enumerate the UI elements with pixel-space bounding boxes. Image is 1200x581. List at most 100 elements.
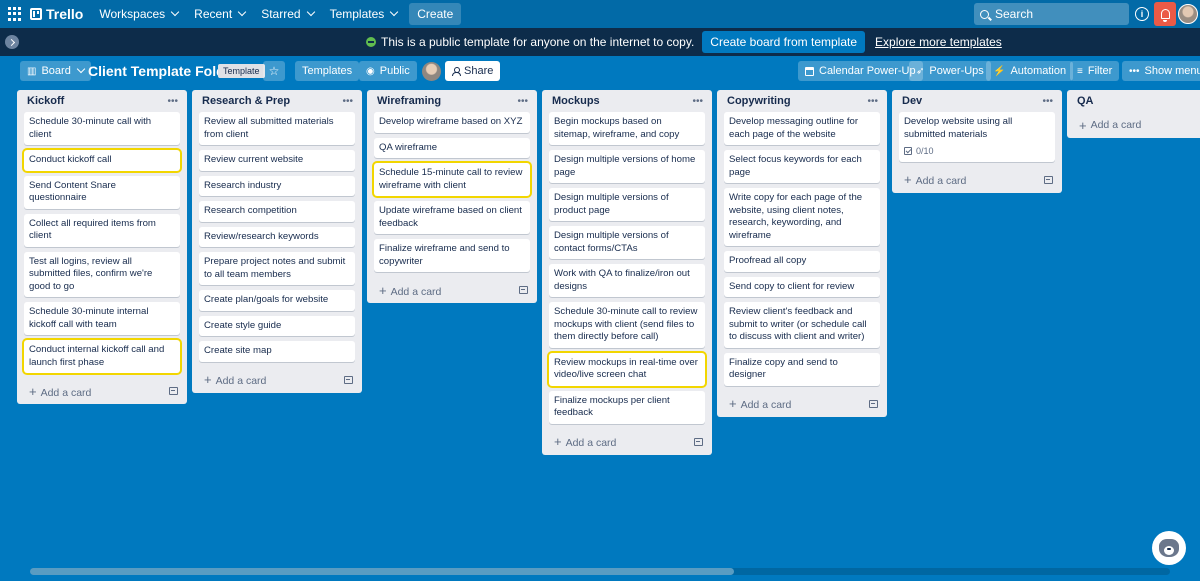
list-menu-icon[interactable]: ••• (342, 96, 353, 107)
star-button[interactable]: ☆ (263, 61, 285, 81)
user-avatar[interactable] (1178, 4, 1198, 24)
card[interactable]: Proofread all copy (724, 251, 880, 272)
list-title[interactable]: QA (1077, 95, 1094, 107)
card-template-icon[interactable] (694, 437, 703, 446)
scrollbar-thumb[interactable] (30, 568, 734, 575)
add-card-button[interactable]: + Add a card (1074, 112, 1193, 138)
card[interactable]: Review all submitted materials from clie… (199, 112, 355, 145)
card[interactable]: Review mockups in real-time over video/l… (549, 352, 705, 386)
card[interactable]: Finalize copy and send to designer (724, 352, 880, 386)
husky-icon (1159, 539, 1179, 557)
templates-button[interactable]: Templates (295, 61, 360, 81)
nav-recent[interactable]: Recent (186, 0, 253, 28)
card[interactable]: QA wireframe (374, 137, 530, 158)
plus-icon: + (904, 172, 912, 187)
member-avatar[interactable] (422, 62, 441, 81)
card[interactable]: Develop messaging outline for each page … (724, 112, 880, 145)
nav-workspaces[interactable]: Workspaces (91, 0, 186, 28)
visibility-button[interactable]: ◉ Public (359, 61, 417, 81)
card[interactable]: Review client's feedback and submit to w… (724, 302, 880, 348)
card[interactable]: Develop wireframe based on XYZ (374, 112, 530, 133)
notifications-button[interactable] (1154, 2, 1176, 26)
card[interactable]: Work with QA to finalize/iron out design… (549, 264, 705, 297)
list-menu-icon[interactable]: ••• (517, 96, 528, 107)
card[interactable]: Develop website using all submitted mate… (899, 112, 1055, 162)
search-input[interactable]: Search (974, 3, 1129, 25)
explore-templates-link[interactable]: Explore more templates (875, 35, 1002, 49)
card-template-icon[interactable] (1044, 175, 1053, 184)
share-button[interactable]: Share (445, 61, 501, 81)
add-card-button[interactable]: + Add a card (24, 378, 180, 404)
card-template-icon[interactable] (519, 286, 528, 294)
card-template-icon[interactable] (169, 387, 178, 395)
card[interactable]: Finalize wireframe and send to copywrite… (374, 239, 530, 272)
nav-starred[interactable]: Starred (253, 0, 321, 28)
card[interactable]: Select focus keywords for each page (724, 150, 880, 183)
info-icon[interactable]: i (1135, 7, 1149, 21)
list-title[interactable]: Kickoff (27, 95, 64, 107)
star-icon: ☆ (268, 64, 280, 78)
board-header: ▥ Board Client Template Folder Template … (0, 56, 1200, 88)
card[interactable]: Schedule 30-minute call with client (24, 112, 180, 145)
list-kickoff: Kickoff ••• Schedule 30-minute call with … (17, 90, 187, 404)
card[interactable]: Schedule 15-minute call to review wirefr… (374, 163, 530, 196)
trello-logo[interactable]: Trello (30, 6, 83, 22)
card[interactable]: Conduct kickoff call (24, 150, 180, 171)
card-template-icon[interactable] (869, 399, 878, 408)
list-title[interactable]: Mockups (552, 95, 600, 107)
add-card-button[interactable]: + Add a card (899, 167, 1055, 193)
card[interactable]: Collect all required items from client (24, 213, 180, 247)
sidebar-toggle-button[interactable] (5, 35, 19, 49)
card[interactable]: Send copy to client for review (724, 276, 880, 297)
list-title[interactable]: Dev (902, 95, 922, 107)
nav-templates[interactable]: Templates (322, 0, 406, 28)
card[interactable]: Research competition (199, 201, 355, 222)
list-menu-icon[interactable]: ••• (1042, 96, 1053, 107)
nav-workspaces-label: Workspaces (99, 7, 166, 21)
card[interactable]: Conduct internal kickoff call and launch… (24, 340, 180, 373)
card[interactable]: Create site map (199, 341, 355, 362)
card[interactable]: Update wireframe based on client feedbac… (374, 201, 530, 234)
filter-button[interactable]: ≡ Filter (1070, 61, 1120, 81)
card[interactable]: Review current website (199, 150, 355, 171)
list-menu-icon[interactable]: ••• (867, 96, 878, 107)
card[interactable]: Review/research keywords (199, 226, 355, 247)
card[interactable]: Prepare project notes and submit to all … (199, 252, 355, 285)
board-view-switcher[interactable]: ▥ Board (20, 61, 91, 81)
calendar-powerup-button[interactable]: Calendar Power-Up (798, 61, 923, 81)
card[interactable]: Create style guide (199, 315, 355, 336)
card[interactable]: Test all logins, review all submitted fi… (24, 251, 180, 297)
automation-button[interactable]: ⚡ Automation (986, 61, 1074, 81)
create-board-from-template-button[interactable]: Create board from template (702, 31, 866, 53)
card[interactable]: Write copy for each page of the website,… (724, 188, 880, 246)
list-menu-icon[interactable]: ••• (692, 96, 703, 107)
mascot-helper-button[interactable] (1152, 531, 1186, 565)
card[interactable]: Schedule 30-minute call to review mockup… (549, 302, 705, 348)
card[interactable]: Send Content Snare questionnaire (24, 175, 180, 209)
add-card-button[interactable]: + Add a card (199, 367, 355, 393)
card[interactable]: Create plan/goals for website (199, 290, 355, 311)
card[interactable]: Design multiple versions of product page (549, 188, 705, 221)
card[interactable]: Design multiple versions of home page (549, 150, 705, 183)
horizontal-scrollbar[interactable] (30, 568, 1170, 575)
show-menu-button[interactable]: ••• Show menu (1122, 61, 1200, 81)
card[interactable]: Begin mockups based on sitemap, wirefram… (549, 112, 705, 145)
card-template-icon[interactable] (344, 375, 353, 384)
list-title[interactable]: Research & Prep (202, 95, 290, 107)
card[interactable]: Finalize mockups per client feedback (549, 390, 705, 424)
list-title[interactable]: Wireframing (377, 95, 441, 107)
add-card-button[interactable]: + Add a card (374, 277, 530, 303)
board-title[interactable]: Client Template Folder (88, 63, 238, 79)
add-card-button[interactable]: + Add a card (549, 429, 705, 455)
plus-icon: + (1079, 117, 1087, 133)
powerups-button[interactable]: ➶ Power-Ups (909, 61, 991, 81)
card[interactable]: Research industry (199, 175, 355, 196)
list-menu-icon[interactable]: ••• (167, 96, 178, 107)
add-card-button[interactable]: + Add a card (724, 391, 880, 417)
card[interactable]: Design multiple versions of contact form… (549, 226, 705, 259)
calendar-icon (805, 66, 814, 76)
card[interactable]: Schedule 30-minute internal kickoff call… (24, 302, 180, 335)
app-switcher-icon[interactable] (8, 7, 22, 21)
create-button[interactable]: Create (409, 3, 462, 25)
list-title[interactable]: Copywriting (727, 95, 791, 107)
